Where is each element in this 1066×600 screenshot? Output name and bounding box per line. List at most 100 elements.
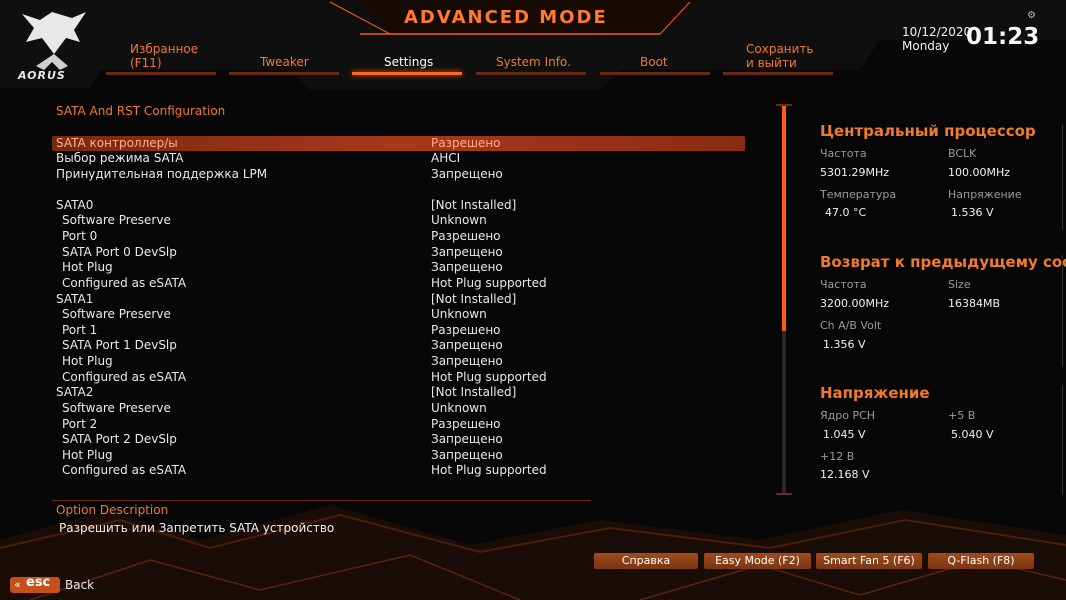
date-text: 10/12/2020 bbox=[902, 25, 972, 39]
tab-system-info[interactable]: System Info. bbox=[496, 55, 571, 69]
setting-row[interactable]: Port 1 Разрешено bbox=[52, 323, 745, 338]
mem-volt-label: Ch A/B Volt bbox=[820, 319, 882, 332]
setting-value: Разрешено bbox=[431, 136, 501, 150]
description-divider bbox=[52, 500, 591, 501]
scrollbar-bottom-cap bbox=[776, 493, 792, 495]
setting-label: SATA контроллер/ы bbox=[56, 136, 178, 150]
smart-fan-button[interactable]: Smart Fan 5 (F6) bbox=[816, 553, 922, 569]
setting-value: [Not Installed] bbox=[431, 292, 517, 306]
setting-row[interactable]: SATA0 [Not Installed] bbox=[52, 198, 745, 213]
section-title: SATA And RST Configuration bbox=[56, 104, 226, 118]
setting-value: Запрещено bbox=[431, 354, 503, 368]
cpu-temp-value: 47.0 °C bbox=[825, 206, 867, 219]
setting-row[interactable]: Hot Plug Запрещено bbox=[52, 448, 745, 463]
pch-label: Ядро PCH bbox=[820, 409, 876, 422]
tab-boot[interactable]: Boot bbox=[640, 55, 668, 69]
cpu-bclk-label: BCLK bbox=[948, 147, 977, 160]
tab-favorites[interactable]: Избранное (F11) bbox=[130, 42, 198, 70]
v12-label: +12 В bbox=[820, 450, 855, 463]
scrollbar-thumb[interactable] bbox=[782, 106, 786, 331]
setting-label: Hot Plug bbox=[62, 260, 113, 274]
setting-value: Запрещено bbox=[431, 448, 503, 462]
setting-label: SATA2 bbox=[56, 385, 94, 399]
setting-row[interactable]: SATA Port 0 DevSlp Запрещено bbox=[52, 245, 745, 260]
tab-tweaker[interactable]: Tweaker bbox=[260, 55, 309, 69]
setting-row[interactable]: SATA Port 1 DevSlp Запрещено bbox=[52, 338, 745, 353]
setting-value: [Not Installed] bbox=[431, 385, 517, 399]
tab-settings-underline bbox=[352, 72, 462, 75]
setting-label: SATA Port 2 DevSlp bbox=[62, 432, 177, 446]
pch-value: 1.045 V bbox=[823, 428, 866, 441]
cpu-panel-title: Центральный процессор bbox=[820, 122, 1036, 140]
setting-row[interactable]: Принудительная поддержка LPM Запрещено bbox=[52, 167, 745, 182]
setting-value: Unknown bbox=[431, 213, 487, 227]
setting-value: Разрешено bbox=[431, 417, 501, 431]
setting-value: Hot Plug supported bbox=[431, 276, 547, 290]
setting-value: Hot Plug supported bbox=[431, 370, 547, 384]
back-label: Back bbox=[65, 578, 95, 592]
setting-value: Запрещено bbox=[431, 338, 503, 352]
setting-row[interactable]: SATA1 [Not Installed] bbox=[52, 292, 745, 307]
tab-save-exit[interactable]: Сохранить и выйти bbox=[746, 42, 814, 70]
setting-row[interactable]: Configured as eSATA Hot Plug supported bbox=[52, 463, 745, 478]
setting-row[interactable]: Software Preserve Unknown bbox=[52, 307, 745, 322]
setting-label: Software Preserve bbox=[62, 213, 171, 227]
panel-divider bbox=[1062, 125, 1063, 230]
setting-label: Hot Plug bbox=[62, 448, 113, 462]
mem-freq-label: Частота bbox=[820, 278, 867, 291]
setting-label: Принудительная поддержка LPM bbox=[56, 167, 268, 181]
setting-label: Configured as eSATA bbox=[62, 370, 187, 384]
aorus-brand-text: AORUS bbox=[18, 69, 66, 82]
mem-size-label: Size bbox=[948, 278, 971, 291]
setting-value: Unknown bbox=[431, 401, 487, 415]
cpu-temp-label: Температура bbox=[820, 188, 897, 201]
memory-panel-title: Возврат к предыдущему состо bbox=[820, 253, 1066, 271]
setting-row[interactable]: Configured as eSATA Hot Plug supported bbox=[52, 276, 745, 291]
setting-row[interactable]: Hot Plug Запрещено bbox=[52, 260, 745, 275]
setting-value: Запрещено bbox=[431, 260, 503, 274]
mode-title: ADVANCED MODE bbox=[404, 7, 608, 28]
mem-freq-value: 3200.00MHz bbox=[820, 297, 890, 310]
settings-gear-icon[interactable]: ⚙ bbox=[1027, 10, 1036, 21]
setting-value: Hot Plug supported bbox=[431, 463, 547, 477]
setting-row[interactable]: Configured as eSATA Hot Plug supported bbox=[52, 370, 745, 385]
setting-row[interactable]: Выбор режима SATA AHCI bbox=[52, 151, 745, 166]
setting-row[interactable]: SATA контроллер/ы Разрешено bbox=[52, 136, 745, 151]
setting-label: SATA0 bbox=[56, 198, 94, 212]
setting-label: SATA1 bbox=[56, 292, 94, 306]
tab-save-exit-underline bbox=[723, 72, 833, 75]
setting-label: Configured as eSATA bbox=[62, 276, 187, 290]
setting-row[interactable]: SATA Port 2 DevSlp Запрещено bbox=[52, 432, 745, 447]
setting-row[interactable]: Software Preserve Unknown bbox=[52, 401, 745, 416]
setting-row[interactable]: Software Preserve Unknown bbox=[52, 213, 745, 228]
cpu-freq-label: Частота bbox=[820, 147, 867, 160]
esc-label: esc bbox=[26, 575, 51, 590]
tab-settings[interactable]: Settings bbox=[384, 55, 433, 69]
setting-row[interactable]: Port 2 Разрешено bbox=[52, 417, 745, 432]
setting-value: Запрещено bbox=[431, 167, 503, 181]
setting-value: Запрещено bbox=[431, 432, 503, 446]
setting-label: Выбор режима SATA bbox=[56, 151, 184, 165]
day-text: Monday bbox=[902, 39, 950, 53]
tab-boot-underline bbox=[600, 72, 710, 75]
setting-value: Unknown bbox=[431, 307, 487, 321]
cpu-freq-value: 5301.29MHz bbox=[820, 166, 890, 179]
setting-row[interactable]: Hot Plug Запрещено bbox=[52, 354, 745, 369]
cpu-bclk-value: 100.00MHz bbox=[948, 166, 1011, 179]
setting-label: Configured as eSATA bbox=[62, 463, 187, 477]
esc-button[interactable]: « esc bbox=[10, 575, 60, 593]
qflash-button[interactable]: Q-Flash (F8) bbox=[928, 553, 1034, 569]
date-display: 10/12/2020 Monday bbox=[902, 25, 971, 53]
help-button[interactable]: Справка bbox=[594, 553, 698, 569]
setting-label: SATA Port 0 DevSlp bbox=[62, 245, 177, 259]
mem-volt-value: 1.356 V bbox=[823, 338, 866, 351]
easy-mode-button[interactable]: Easy Mode (F2) bbox=[704, 553, 811, 569]
setting-row[interactable]: Port 0 Разрешено bbox=[52, 229, 745, 244]
chevron-left-icon: « bbox=[14, 578, 21, 591]
clock: 01:23 bbox=[966, 24, 1040, 50]
setting-row[interactable]: SATA2 [Not Installed] bbox=[52, 385, 745, 400]
v5-label: +5 В bbox=[948, 409, 976, 422]
setting-label: Port 2 bbox=[62, 417, 98, 431]
setting-value: Запрещено bbox=[431, 245, 503, 259]
setting-label: Port 1 bbox=[62, 323, 98, 337]
